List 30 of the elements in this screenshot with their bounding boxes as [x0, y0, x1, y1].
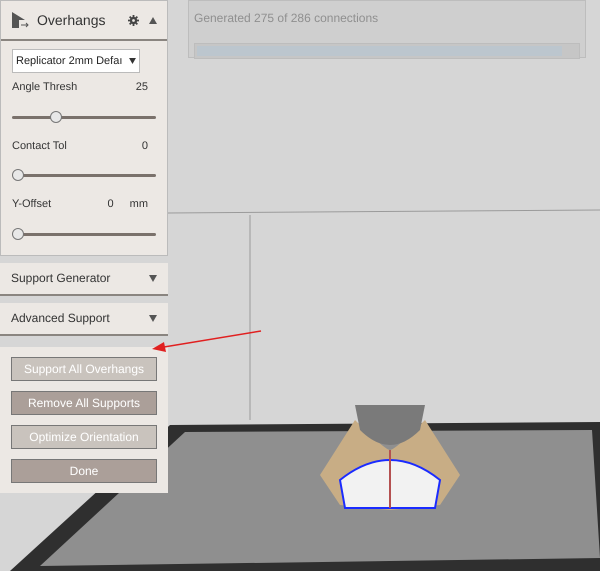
slider-value: 0 — [108, 197, 114, 212]
slider-label: Y-Offset — [12, 197, 52, 212]
unit-label: mm — [130, 197, 148, 212]
action-button[interactable]: Optimize Orientation — [11, 424, 157, 448]
progress-message: Generated 275 of 286 connections — [194, 10, 380, 27]
section-header[interactable]: Support Generator — [0, 262, 168, 296]
action-button[interactable]: Remove All Supports — [11, 390, 157, 414]
action-button[interactable]: Support All Overhangs — [11, 356, 157, 380]
slider-track[interactable] — [12, 110, 156, 122]
slider-thumb[interactable] — [12, 169, 24, 181]
dropdown-caret-icon — [129, 58, 136, 64]
slider-track[interactable] — [12, 228, 156, 240]
slider-thumb[interactable] — [12, 228, 24, 240]
expand-caret-icon[interactable] — [149, 274, 157, 282]
action-button[interactable]: Done — [11, 458, 157, 482]
profile-dropdown[interactable]: Replicator 2mm Defaı — [12, 49, 140, 73]
collapse-caret-icon[interactable] — [149, 16, 157, 24]
section-title: Support Generator — [11, 270, 110, 287]
slider-thumb[interactable] — [50, 110, 62, 122]
panel-title: Overhangs — [37, 10, 106, 30]
slider-label: Angle Thresh — [12, 80, 78, 95]
slider-track[interactable] — [12, 169, 156, 181]
section-title: Advanced Support — [11, 310, 110, 327]
section-header[interactable]: Advanced Support — [0, 302, 168, 336]
settings-icon[interactable] — [128, 14, 139, 26]
overhang-icon — [11, 11, 29, 29]
slider-value: 25 — [136, 80, 148, 95]
slider-value: 0 — [142, 138, 148, 154]
expand-caret-icon[interactable] — [149, 314, 157, 322]
slider-label: Contact Tol — [12, 138, 67, 154]
